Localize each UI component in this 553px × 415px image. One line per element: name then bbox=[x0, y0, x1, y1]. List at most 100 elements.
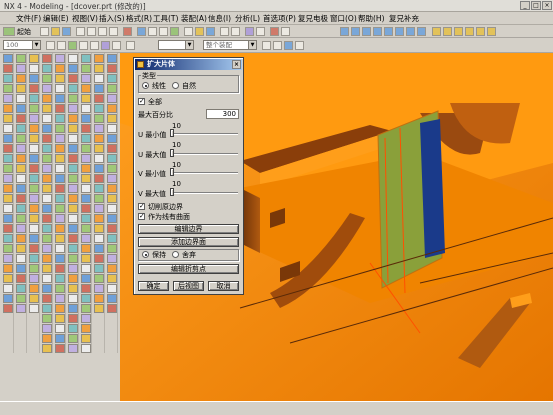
tool-icon[interactable] bbox=[81, 284, 91, 293]
tool-icon[interactable] bbox=[55, 114, 65, 123]
tool-icon[interactable] bbox=[107, 284, 117, 293]
shaded-icon[interactable] bbox=[195, 27, 204, 36]
tool-icon[interactable] bbox=[42, 134, 52, 143]
tool-icon[interactable] bbox=[42, 314, 52, 323]
add-boundary-button[interactable]: 添加边界面 bbox=[138, 237, 239, 247]
tool-icon[interactable] bbox=[68, 64, 78, 73]
tool-icon[interactable] bbox=[29, 224, 39, 233]
tool-icon[interactable] bbox=[3, 124, 13, 133]
tool-icon[interactable] bbox=[68, 294, 78, 303]
menu-analysis[interactable]: 分析(L) bbox=[235, 13, 260, 24]
tool-icon[interactable] bbox=[42, 124, 52, 133]
menu-supplement[interactable]: 复兄补充 bbox=[389, 13, 419, 24]
tool-icon[interactable] bbox=[29, 94, 39, 103]
tool-icon[interactable] bbox=[68, 74, 78, 83]
as-rigid-checkbox[interactable]: ✓ bbox=[138, 213, 145, 220]
tool-icon[interactable] bbox=[29, 54, 39, 63]
max-percent-field[interactable]: 300 bbox=[206, 109, 239, 119]
ok-button[interactable]: 确定 bbox=[138, 281, 169, 291]
snap-point-icon[interactable] bbox=[295, 41, 304, 50]
tool-icon[interactable] bbox=[94, 194, 104, 203]
tool-icon[interactable] bbox=[81, 164, 91, 173]
zoom-combo[interactable]: 100 ▼ bbox=[3, 40, 41, 50]
view-right-icon[interactable] bbox=[362, 27, 371, 36]
view-trimetric-icon[interactable] bbox=[384, 27, 393, 36]
tool-icon[interactable] bbox=[3, 254, 13, 263]
tool-icon[interactable] bbox=[94, 224, 104, 233]
tool-icon[interactable] bbox=[42, 224, 52, 233]
menu-assembly[interactable]: 装配(A) bbox=[181, 13, 207, 24]
tool-icon[interactable] bbox=[81, 274, 91, 283]
save-icon[interactable] bbox=[62, 27, 71, 36]
menu-tools[interactable]: 工具(T) bbox=[153, 13, 178, 24]
tool-icon[interactable] bbox=[29, 154, 39, 163]
tool-icon[interactable] bbox=[42, 254, 52, 263]
tool-icon[interactable] bbox=[42, 214, 52, 223]
tool-icon[interactable] bbox=[16, 184, 26, 193]
tool-icon[interactable] bbox=[68, 174, 78, 183]
delete-icon[interactable] bbox=[123, 27, 132, 36]
tool-icon[interactable] bbox=[81, 254, 91, 263]
tool-icon[interactable] bbox=[16, 64, 26, 73]
tool-icon[interactable] bbox=[107, 114, 117, 123]
tool-icon[interactable] bbox=[3, 204, 13, 213]
tool-icon[interactable] bbox=[42, 84, 52, 93]
tool-icon[interactable] bbox=[3, 244, 13, 253]
edit-split-button[interactable]: 编辑折剪点 bbox=[138, 264, 239, 274]
tool-icon[interactable] bbox=[16, 134, 26, 143]
point-icon[interactable] bbox=[231, 27, 240, 36]
tool-icon[interactable] bbox=[3, 84, 13, 93]
tool-icon[interactable] bbox=[81, 134, 91, 143]
tool-icon[interactable] bbox=[3, 94, 13, 103]
tool-icon[interactable] bbox=[107, 124, 117, 133]
pan-icon[interactable] bbox=[159, 27, 168, 36]
tool-icon[interactable] bbox=[42, 144, 52, 153]
tool-icon[interactable] bbox=[29, 114, 39, 123]
tool-icon[interactable] bbox=[94, 144, 104, 153]
tool-icon[interactable] bbox=[68, 234, 78, 243]
render4-icon[interactable] bbox=[465, 27, 474, 36]
csys-icon[interactable] bbox=[245, 27, 254, 36]
type-linear-radio[interactable] bbox=[142, 82, 149, 89]
tool-icon[interactable] bbox=[3, 184, 13, 193]
tool-icon[interactable] bbox=[16, 274, 26, 283]
tool-icon[interactable] bbox=[29, 214, 39, 223]
back-button[interactable]: 后视图 bbox=[173, 281, 204, 291]
tool-icon[interactable] bbox=[29, 134, 39, 143]
view-iso-icon[interactable] bbox=[373, 27, 382, 36]
tool-icon[interactable] bbox=[94, 64, 104, 73]
tool-icon[interactable] bbox=[42, 324, 52, 333]
u-max-slider[interactable] bbox=[170, 153, 238, 155]
tool-icon[interactable] bbox=[16, 204, 26, 213]
tool-icon[interactable] bbox=[29, 64, 39, 73]
view-left-icon[interactable] bbox=[395, 27, 404, 36]
sketch-icon[interactable] bbox=[68, 41, 77, 50]
undo-icon[interactable] bbox=[76, 27, 85, 36]
tool-icon[interactable] bbox=[42, 174, 52, 183]
maximize-button[interactable]: □ bbox=[531, 1, 541, 10]
v-min-slider[interactable] bbox=[170, 172, 238, 174]
tool-icon[interactable] bbox=[81, 194, 91, 203]
view-back-icon[interactable] bbox=[417, 27, 426, 36]
start-icon[interactable] bbox=[3, 27, 15, 36]
tool-icon[interactable] bbox=[16, 84, 26, 93]
tool-icon[interactable] bbox=[55, 74, 65, 83]
tool-icon[interactable] bbox=[107, 274, 117, 283]
tool-icon[interactable] bbox=[42, 104, 52, 113]
menu-view[interactable]: 视图(V) bbox=[72, 13, 98, 24]
tool-icon[interactable] bbox=[68, 144, 78, 153]
tool-icon[interactable] bbox=[94, 264, 104, 273]
tool-icon[interactable] bbox=[29, 274, 39, 283]
trim-icon[interactable] bbox=[126, 41, 135, 50]
tool-icon[interactable] bbox=[3, 274, 13, 283]
cancel-button[interactable]: 取消 bbox=[208, 281, 239, 291]
tool-icon[interactable] bbox=[55, 254, 65, 263]
tool-icon[interactable] bbox=[107, 74, 117, 83]
tool-icon[interactable] bbox=[3, 304, 13, 313]
discard-radio[interactable] bbox=[172, 251, 179, 258]
tool-icon[interactable] bbox=[107, 304, 117, 313]
offset-icon[interactable] bbox=[112, 41, 121, 50]
tool-icon[interactable] bbox=[42, 94, 52, 103]
all-checkbox[interactable]: ✓ bbox=[138, 98, 145, 105]
tool-icon[interactable] bbox=[107, 224, 117, 233]
